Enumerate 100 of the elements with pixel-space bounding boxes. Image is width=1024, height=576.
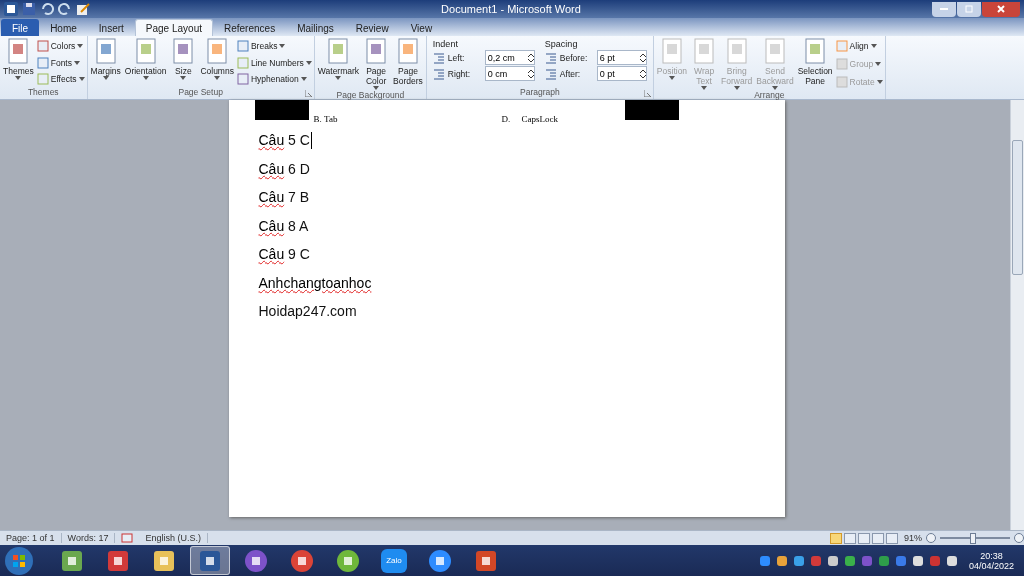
tool-icon (36, 40, 49, 52)
tool-icon (36, 73, 49, 85)
ribbon-button[interactable]: Page Borders (392, 38, 424, 90)
ribbon-button[interactable]: Watermark (316, 38, 361, 90)
spin-field[interactable]: 0,2 cm (484, 50, 535, 65)
field-label: After: (559, 68, 582, 79)
window-title: Document1 - Microsoft Word (441, 3, 581, 15)
minimize-button[interactable] (932, 1, 956, 17)
answer-option: D. CapsLock (501, 114, 558, 124)
minimize-icon (940, 8, 948, 10)
vertical-scrollbar[interactable] (1010, 100, 1024, 530)
app-icon (106, 548, 130, 573)
ribbon-button[interactable]: Fonts (36, 56, 85, 69)
tray-icon[interactable] (792, 554, 805, 567)
word-icon[interactable] (4, 2, 18, 16)
text-line: Hoidap247.com (258, 303, 357, 320)
ribbon-button[interactable]: Page Color (362, 38, 391, 90)
spinner-icon[interactable] (639, 68, 646, 79)
text-line: Anhchangtoanhoc (258, 274, 372, 291)
answer-option: B. Tab (313, 114, 338, 124)
app-icon (428, 548, 452, 573)
close-button[interactable] (982, 1, 1020, 17)
edit-icon[interactable] (76, 2, 90, 16)
clock: 20:38 04/04/2022 (968, 550, 1014, 571)
group-label: Paragraph (520, 87, 560, 97)
page-count: Page: 1 of 1 (0, 533, 62, 543)
section-title: Spacing (544, 39, 579, 49)
ribbon-button[interactable]: Margins (89, 38, 122, 87)
file-tab[interactable]: File (1, 19, 40, 36)
spin-field[interactable]: 6 pt (596, 50, 647, 65)
redaction-block (624, 100, 679, 120)
spin-field[interactable]: 0 cm (484, 66, 535, 81)
app-icon (60, 548, 84, 573)
document-icon (659, 38, 685, 64)
ribbon-button[interactable]: Size (169, 38, 198, 87)
text-line: Câu 6 D (258, 160, 310, 177)
group-label: Page Background (336, 90, 405, 100)
zoom-out-button[interactable] (926, 533, 936, 543)
field-label: Left: (447, 52, 466, 63)
spinner-icon[interactable] (527, 52, 534, 63)
ribbon-button[interactable]: Themes (2, 38, 35, 87)
ribbon-button[interactable]: Line Numbers (236, 56, 312, 69)
ribbon-button[interactable]: Colors (36, 40, 85, 52)
tool-icon (236, 73, 249, 85)
ribbon-tab[interactable]: Insert (87, 19, 135, 36)
restore-button[interactable] (957, 1, 981, 17)
tool-icon (236, 40, 249, 52)
launcher-icon[interactable] (304, 90, 312, 97)
ribbon-button[interactable]: Effects (36, 73, 85, 85)
spacing-icon (432, 67, 445, 80)
start-button[interactable] (4, 545, 34, 576)
proofing-icon[interactable] (121, 533, 134, 543)
tool-icon (835, 40, 848, 52)
text-line: Câu 5 C (258, 132, 310, 149)
spacing-icon (544, 67, 557, 80)
ribbon-button[interactable]: Orientation (123, 38, 168, 87)
ribbon-tab[interactable]: Home (39, 19, 88, 36)
app-icon (336, 548, 360, 573)
close-icon (997, 5, 1005, 13)
text-line: Câu 8 A (258, 217, 309, 234)
group-label: Themes (27, 87, 59, 97)
spacing-icon (432, 51, 445, 64)
app-icon (152, 548, 176, 573)
text-line: Câu 9 C (258, 246, 310, 263)
tray-icon[interactable] (911, 554, 924, 567)
ribbon-button[interactable]: Align (835, 40, 883, 52)
group-label: Arrange (754, 90, 785, 100)
redo-icon[interactable] (58, 2, 72, 16)
ribbon-tab[interactable]: Page Layout (134, 19, 213, 36)
tray-icon[interactable] (826, 554, 839, 567)
launcher-icon[interactable] (643, 90, 651, 97)
word-count: Words: 17 (61, 533, 116, 543)
ribbon-tab[interactable]: References (213, 19, 287, 36)
tool-icon (236, 56, 249, 69)
ribbon-tab[interactable]: Review (344, 19, 400, 36)
ribbon-button[interactable]: Breaks (236, 40, 312, 52)
ribbon-button[interactable]: Selection Pane (796, 38, 834, 90)
ribbon-button[interactable]: Columns (199, 38, 235, 87)
tray-icon[interactable] (843, 554, 856, 567)
ribbon-tab[interactable]: View (399, 19, 444, 36)
undo-icon[interactable] (40, 2, 54, 16)
tray-icon[interactable] (775, 554, 788, 567)
text-line: Câu 7 B (258, 189, 310, 206)
app-icon (474, 548, 498, 573)
spinner-icon[interactable] (527, 68, 534, 79)
app-icon (244, 548, 268, 573)
spinner-icon[interactable] (639, 52, 646, 63)
zoom-in-button[interactable] (1014, 533, 1024, 543)
zalo-logo: Zalo (381, 548, 407, 573)
spin-field[interactable]: 0 pt (596, 66, 647, 81)
ribbon-button[interactable]: Hyphenation (236, 73, 312, 85)
tray-icon[interactable] (758, 554, 771, 567)
taskbar-app[interactable] (190, 546, 230, 575)
group-label: Page Setup (178, 87, 223, 97)
ribbon-tab[interactable]: Mailings (286, 19, 345, 36)
app-icon (198, 548, 222, 573)
language-label: English (U.S.) (139, 533, 208, 543)
tray-icon[interactable] (945, 554, 958, 567)
save-icon[interactable] (22, 2, 36, 16)
app-icon (290, 548, 314, 573)
